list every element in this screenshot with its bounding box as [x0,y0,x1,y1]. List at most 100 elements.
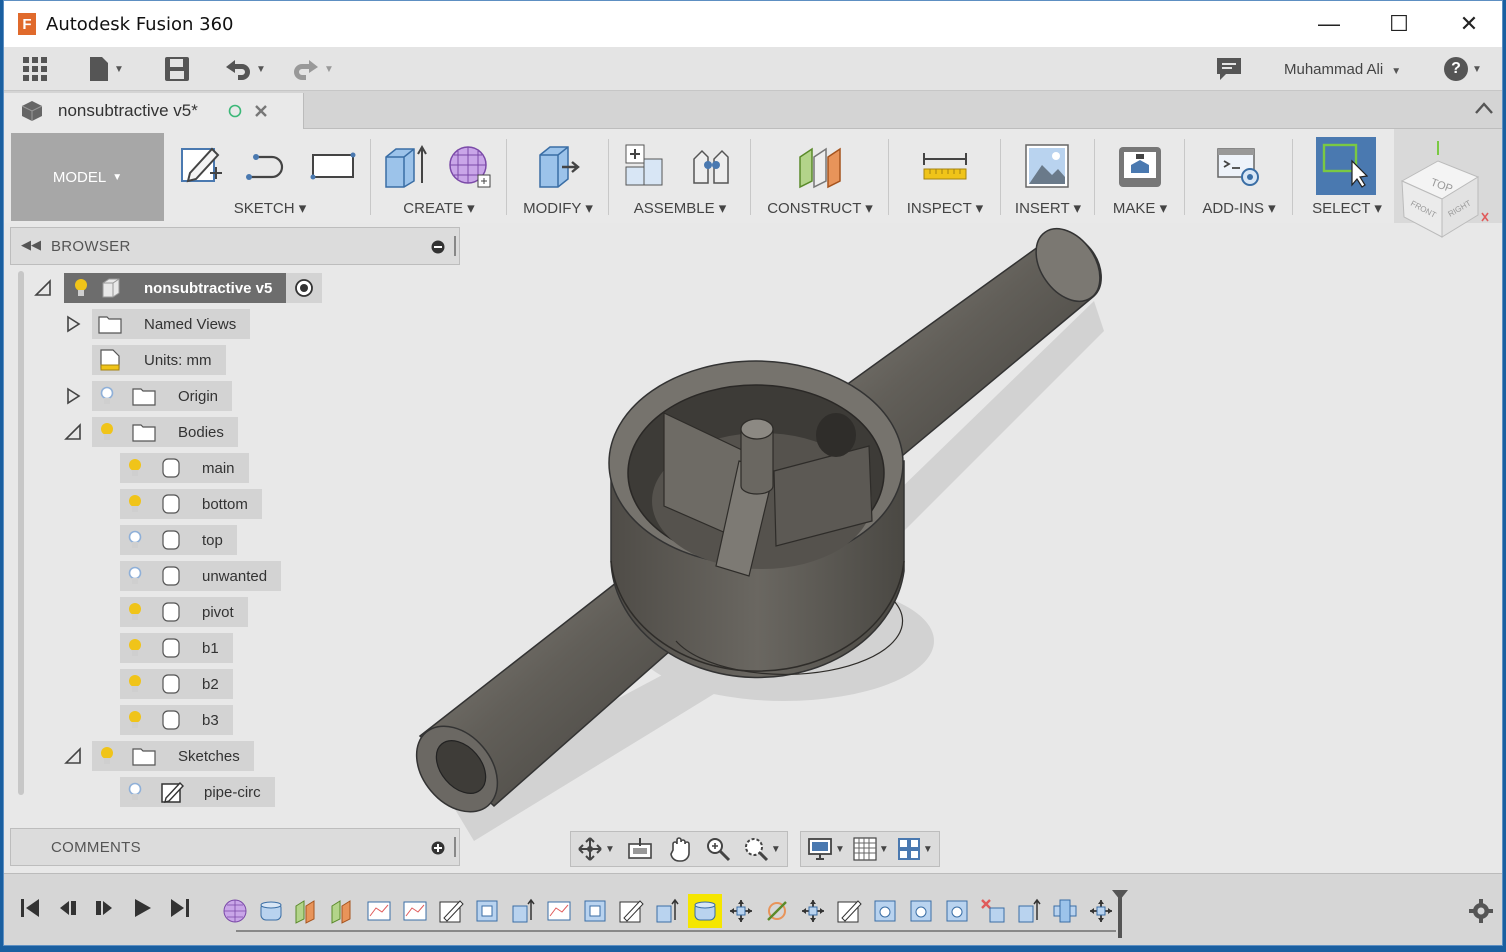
offset-plane-icon[interactable] [796,143,842,189]
body-node[interactable]: bottom [120,489,262,519]
browser-item-body[interactable]: main [120,453,249,483]
sketch-feature-icon[interactable] [366,898,392,924]
browser-item-body[interactable]: pivot [120,597,248,627]
play-icon[interactable] [130,896,154,926]
add-ins-group[interactable]: ADD-INS ▾ [1186,129,1292,223]
expanded-triangle-icon[interactable] [64,747,82,765]
cylinder-feature-icon[interactable] [692,898,718,924]
browser-item-body[interactable]: top [120,525,237,555]
bulb-on-icon[interactable] [124,457,146,479]
assemble-group[interactable]: ASSEMBLE ▾ [610,129,750,223]
extrude-feature-icon[interactable] [510,898,536,924]
viewcube[interactable]: TOP FRONT RIGHT [1390,133,1500,243]
sketch-edit-feature-icon[interactable] [618,898,644,924]
sketch-edit-feature-icon[interactable] [836,898,862,924]
origin-node[interactable]: Origin [92,381,233,411]
bulb-on-icon[interactable] [70,277,92,299]
construct-group[interactable]: CONSTRUCT ▾ [752,129,888,223]
viewports-dropdown-caret[interactable]: ▼ [923,844,933,855]
body-node[interactable]: top [120,525,237,555]
browser-item-body[interactable]: b3 [120,705,233,735]
timeline-marker[interactable] [1110,888,1130,940]
sketch-edit-feature-icon[interactable] [438,898,464,924]
display-settings-icon[interactable] [807,837,833,861]
panel-grip[interactable] [454,837,456,857]
3d-print-icon[interactable] [1117,143,1163,189]
extrude-feature-icon[interactable] [654,898,680,924]
undo-icon[interactable]: ▼ [224,56,266,82]
inspect-group[interactable]: INSPECT ▾ [890,129,1000,223]
bulb-on-icon[interactable] [96,421,118,443]
body-node[interactable]: b2 [120,669,233,699]
extrude-icon[interactable] [382,143,428,189]
joint-icon[interactable] [688,143,734,189]
create-sketch-icon[interactable] [178,143,224,189]
sketch-group[interactable]: SKETCH ▾ [170,129,370,223]
sketch-node[interactable]: pipe-circ [120,777,275,807]
step-forward-icon[interactable] [92,896,116,926]
tspline-form-feature-icon[interactable] [222,898,248,924]
browser-item-body[interactable]: b2 [120,669,233,699]
browser-item-named-views[interactable]: Named Views [92,309,251,339]
add-comment-icon[interactable] [431,841,445,855]
browser-item-sketches[interactable]: Sketches [92,741,254,771]
move-feature-icon[interactable] [728,898,754,924]
data-panel-grid-icon[interactable] [22,56,48,82]
help-icon[interactable]: ? ▼ [1444,56,1482,82]
bulb-off-icon[interactable] [124,781,146,803]
body-node[interactable]: pivot [120,597,248,627]
plane-feature-icon[interactable] [294,898,320,924]
browser-item-sketch[interactable]: pipe-circ [120,777,275,807]
bulb-off-icon[interactable] [124,529,146,551]
browser-collapse-icon[interactable] [431,240,445,254]
comments-panel-header[interactable]: COMMENTS [10,828,460,866]
shell-feature-icon[interactable] [582,898,608,924]
orbit-icon[interactable] [577,836,603,862]
bulb-on-icon[interactable] [124,709,146,731]
browser-item-bodies[interactable]: Bodies [92,417,238,447]
collapsed-triangle-icon[interactable] [64,315,82,333]
browser-item-body[interactable]: b1 [120,633,233,663]
combine-feature-icon[interactable] [1052,898,1078,924]
browser-item-body[interactable]: bottom [120,489,262,519]
cylinder-feature-icon[interactable] [258,898,284,924]
bulb-off-icon[interactable] [96,385,118,407]
press-pull-icon[interactable] [534,143,580,189]
user-account-menu[interactable]: Muhammad Ali ▼ [1284,61,1401,78]
viewports-icon[interactable] [897,837,921,861]
pan-hand-icon[interactable] [667,836,693,862]
zoom-dropdown-caret[interactable]: ▼ [771,844,781,855]
save-icon[interactable] [164,56,190,82]
rectangle-tool-icon[interactable] [310,143,356,189]
extrude-feature-icon[interactable] [1016,898,1042,924]
bulb-on-icon[interactable] [96,745,118,767]
body-node[interactable]: b1 [120,633,233,663]
browser-panel-header[interactable]: ◀◀ BROWSER [10,227,460,265]
grid-dropdown-caret[interactable]: ▼ [879,844,889,855]
close-tab-icon[interactable] [254,104,268,118]
body-node[interactable]: main [120,453,249,483]
workspace-switcher[interactable]: MODEL ▼ [11,133,164,221]
body-node[interactable]: unwanted [120,561,282,591]
collapse-panel-icon[interactable]: ◀◀ [21,237,41,253]
comments-notification-icon[interactable] [1216,56,1242,82]
measure-icon[interactable] [922,143,968,189]
shell-feature-icon[interactable] [474,898,500,924]
revolve-feature-icon[interactable] [944,898,970,924]
new-component-icon[interactable] [622,143,668,189]
create-group[interactable]: CREATE ▾ [372,129,506,223]
minimize-button[interactable]: — [1306,9,1352,39]
browser-item-units[interactable]: Units: mm [92,345,226,375]
named-views-node[interactable]: Named Views [92,309,251,339]
go-to-start-icon[interactable] [18,896,42,926]
expanded-triangle-icon[interactable] [34,279,52,297]
browser-scrollbar[interactable] [18,271,24,795]
bulb-on-icon[interactable] [124,673,146,695]
modify-group[interactable]: MODIFY ▾ [508,129,608,223]
browser-root-node[interactable]: nonsubtractive v5 [64,273,323,303]
plane-feature-icon[interactable] [330,898,356,924]
close-button[interactable]: ✕ [1446,9,1492,39]
bodies-node[interactable]: Bodies [92,417,238,447]
bulb-on-icon[interactable] [124,637,146,659]
document-tab[interactable]: nonsubtractive v5* [4,93,304,129]
